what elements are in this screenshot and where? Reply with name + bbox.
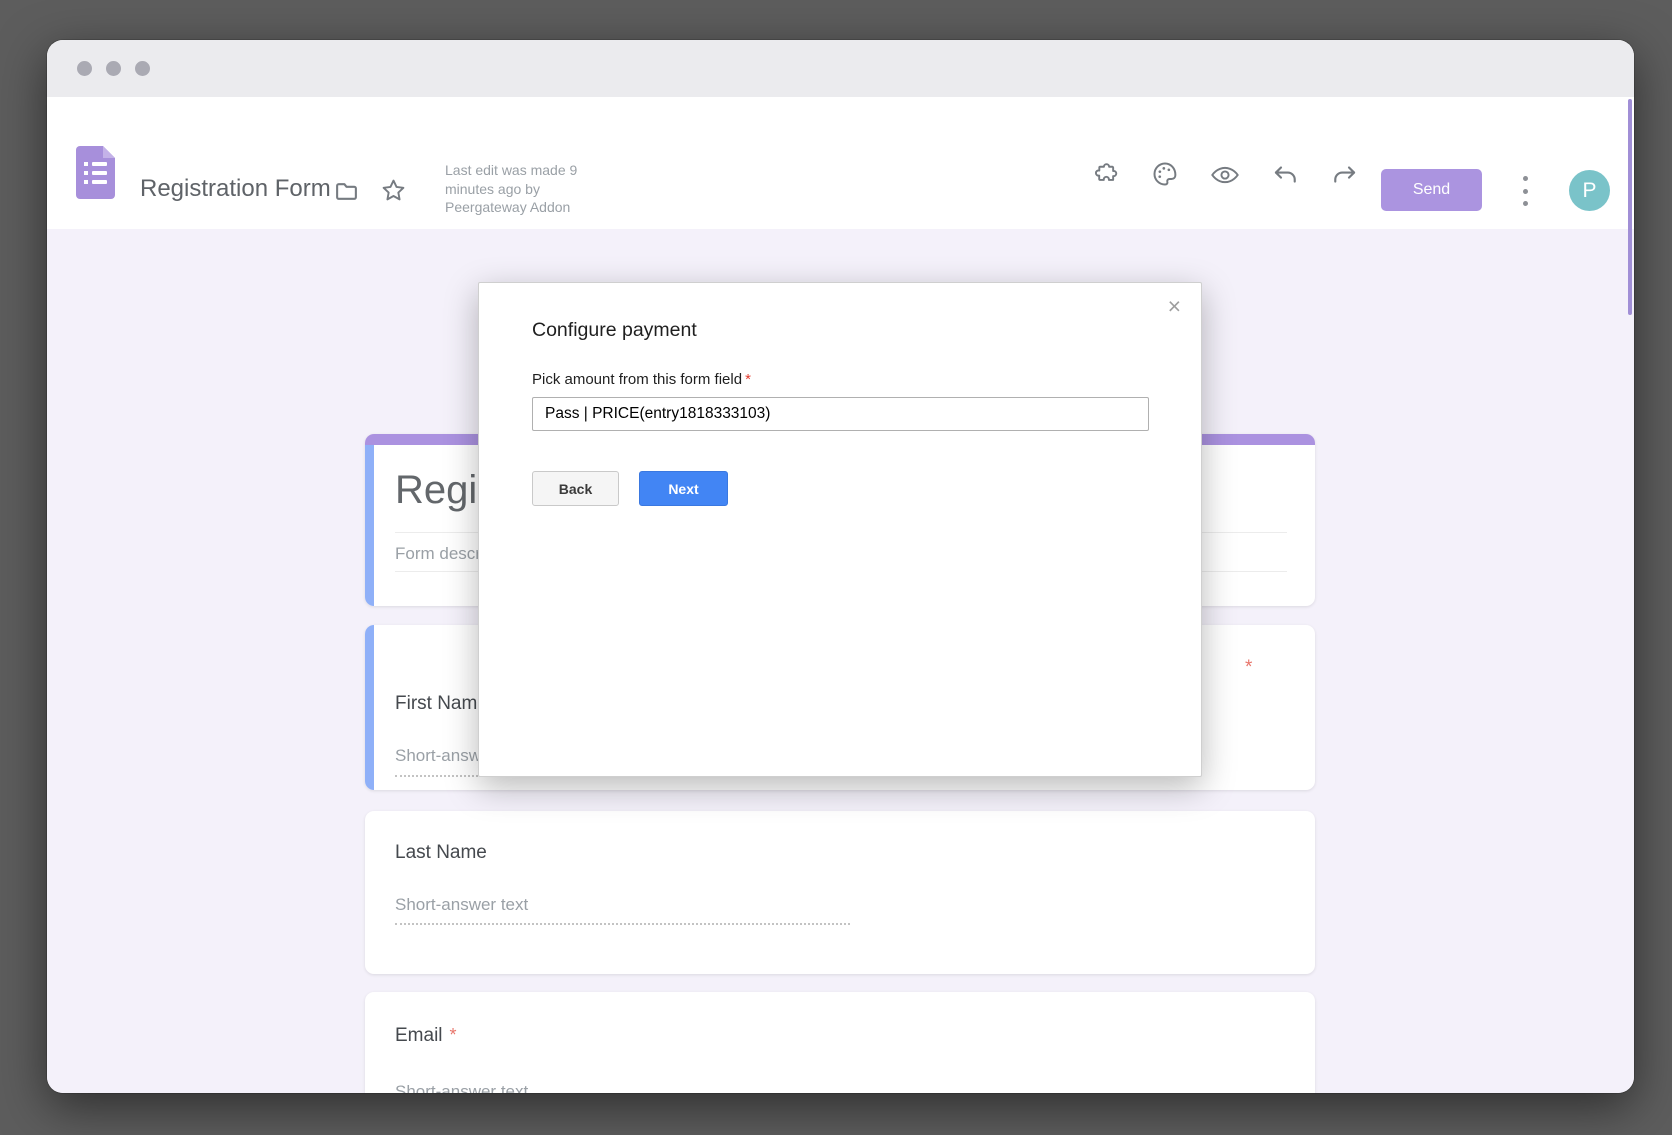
selected-card-indicator (365, 445, 374, 606)
browser-window: Registration Form Last edit was made 9 m… (47, 40, 1634, 1093)
required-asterisk: * (450, 1025, 457, 1045)
redo-icon[interactable] (1331, 164, 1358, 189)
undo-icon[interactable] (1272, 164, 1299, 189)
account-avatar[interactable]: P (1569, 170, 1610, 211)
configure-payment-dialog: × Configure payment Pick amount from thi… (478, 282, 1202, 777)
window-close-button[interactable] (77, 61, 92, 76)
short-answer-placeholder: Short-answer text (395, 1082, 528, 1093)
window-titlebar (47, 40, 1634, 97)
amount-field-label: Pick amount from this form field* (532, 371, 751, 388)
star-icon[interactable] (380, 177, 407, 204)
theme-palette-icon[interactable] (1151, 160, 1179, 188)
send-button[interactable]: Send (1381, 169, 1482, 211)
move-to-folder-icon[interactable] (334, 179, 359, 204)
window-minimize-button[interactable] (106, 61, 121, 76)
page-scrollbar-thumb[interactable] (1628, 99, 1632, 315)
document-title[interactable]: Registration Form (140, 175, 331, 203)
required-asterisk: * (745, 371, 751, 388)
more-options-icon[interactable] (1517, 174, 1533, 208)
short-answer-placeholder: Short-answer text (395, 895, 528, 915)
selected-card-indicator (365, 625, 374, 790)
question-card-email[interactable]: Email* Short-answer text (365, 992, 1315, 1093)
question-title[interactable]: Email* (395, 1025, 457, 1047)
preview-eye-icon[interactable] (1210, 163, 1240, 187)
required-asterisk: * (1245, 657, 1252, 679)
back-button[interactable]: Back (532, 471, 619, 506)
next-button[interactable]: Next (639, 471, 728, 506)
dialog-title: Configure payment (532, 319, 697, 342)
question-title[interactable]: First Name (395, 693, 488, 715)
answer-underline (395, 923, 850, 925)
question-card-last-name[interactable]: Last Name Short-answer text (365, 811, 1315, 974)
addons-puzzle-icon[interactable] (1092, 160, 1119, 187)
google-forms-logo-icon[interactable] (76, 146, 115, 199)
question-title[interactable]: Last Name (395, 842, 487, 864)
close-icon[interactable]: × (1168, 295, 1181, 318)
last-edit-status[interactable]: Last edit was made 9 minutes ago by Peer… (445, 161, 577, 217)
amount-field-input[interactable] (532, 397, 1149, 431)
window-zoom-button[interactable] (135, 61, 150, 76)
forms-header: Registration Form Last edit was made 9 m… (47, 97, 1634, 229)
